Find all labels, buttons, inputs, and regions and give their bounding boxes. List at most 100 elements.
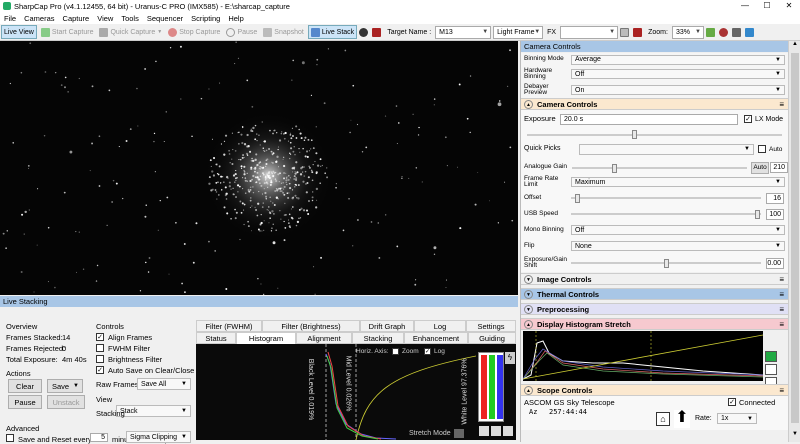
auto-save-checkbox[interactable]: ✓ [96, 366, 104, 374]
stretch-icon[interactable] [718, 27, 728, 37]
analogue-gain-slider[interactable] [572, 163, 747, 173]
auto-stretch-icon[interactable] [765, 351, 777, 362]
menu-scripting[interactable]: Scripting [191, 14, 220, 23]
tab-filter-fwhm[interactable]: Filter (FWHM) [196, 320, 262, 332]
right-panel-scrollbar[interactable]: ▲ ▼ [788, 41, 800, 442]
zoom-select[interactable]: 33% ▼ [671, 25, 704, 39]
stretch-mode-icon[interactable] [454, 429, 464, 438]
tab-log[interactable]: Log [414, 320, 466, 332]
menu-sequencer[interactable]: Sequencer [147, 14, 183, 23]
usb-speed-input[interactable]: 100 [766, 208, 784, 220]
lx-mode-checkbox[interactable]: ✓ [744, 115, 752, 123]
analogue-gain-input[interactable]: 210 [770, 162, 788, 173]
menu-icon[interactable]: ≡ [779, 305, 784, 314]
color-icon[interactable] [731, 27, 741, 37]
lightning-icon[interactable]: ϟ [505, 352, 515, 364]
camera-controls-section[interactable]: ▲ Camera Controls ≡ [521, 98, 788, 110]
display-histogram-chart[interactable] [522, 331, 764, 381]
scroll-up-icon[interactable]: ▲ [790, 41, 800, 51]
tab-status[interactable]: Status [196, 332, 236, 344]
reset-stretch-icon[interactable] [765, 364, 777, 375]
mono-binning-select[interactable]: Off ▼ [571, 225, 785, 235]
save-reset-input[interactable]: 5 [90, 433, 108, 442]
tab-stacking[interactable]: Stacking [352, 332, 404, 344]
frame-type-select[interactable]: Light Frame ▼ [493, 25, 544, 39]
menu-icon[interactable]: ≡ [779, 275, 784, 284]
fwhm-filter-checkbox[interactable] [96, 344, 104, 352]
usb-speed-slider[interactable] [571, 210, 761, 219]
view-select[interactable]: Stack ▼ [116, 405, 191, 417]
exp-gain-shift-slider[interactable] [571, 259, 761, 268]
stack-histogram-chart[interactable]: Horiz. Axis: Zoom ✓ Log Black Level 0.01… [196, 344, 476, 440]
menu-icon[interactable]: ≡ [779, 100, 784, 109]
hist-log-checkbox[interactable]: ✓ [424, 348, 431, 355]
pause-stack-button[interactable]: Pause [8, 395, 42, 409]
tab-histogram[interactable]: Histogram [236, 332, 296, 344]
scroll-thumb[interactable] [791, 53, 799, 423]
focus-assist-icon[interactable] [744, 27, 754, 37]
offset-slider[interactable] [571, 194, 761, 203]
channel-sliders[interactable] [478, 352, 504, 422]
display-histogram-section[interactable]: ▲ Display Histogram Stretch ≡ [521, 318, 788, 330]
scope-controls-section[interactable]: ▲ Scope Controls ≡ [521, 384, 788, 396]
tab-enhancement[interactable]: Enhancement [404, 332, 468, 344]
scroll-down-icon[interactable]: ▼ [790, 431, 800, 441]
binning-mode-select[interactable]: Average ▼ [571, 54, 785, 65]
flip-select[interactable]: None ▼ [571, 241, 785, 251]
menu-help[interactable]: Help [228, 14, 243, 23]
grid-icon[interactable] [620, 27, 630, 37]
fx-select[interactable]: ▼ [560, 25, 619, 39]
scope-center-button[interactable]: ⌂ [656, 412, 670, 426]
tab-filter-brightness[interactable]: Filter (Brightness) [262, 320, 360, 332]
save-reset-checkbox[interactable] [6, 434, 14, 442]
align-frames-checkbox[interactable]: ✓ [96, 333, 104, 341]
tab-guiding[interactable]: Guiding [468, 332, 516, 344]
scope-north-button[interactable]: ⬆ [674, 410, 690, 428]
thermal-controls-section[interactable]: ▼ Thermal Controls ≡ [521, 288, 788, 300]
menu-cameras[interactable]: Cameras [24, 14, 54, 23]
stop-capture-button[interactable]: Stop Capture [166, 25, 222, 39]
exposure-input[interactable]: 20.0 s [560, 113, 738, 125]
menu-tools[interactable]: Tools [121, 14, 139, 23]
maximize-button[interactable]: ☐ [756, 0, 778, 12]
brightness-filter-checkbox[interactable] [96, 355, 104, 363]
menu-icon[interactable]: ≡ [779, 290, 784, 299]
quick-picks-select[interactable]: ▼ [579, 143, 754, 155]
auto-icon[interactable] [503, 426, 513, 436]
scope-rate-select[interactable]: 1x ▼ [717, 413, 757, 424]
hw-binning-select[interactable]: Off ▼ [571, 69, 785, 79]
red-mode-icon[interactable] [372, 27, 382, 37]
start-capture-button[interactable]: Start Capture [39, 25, 96, 39]
tab-alignment[interactable]: Alignment [296, 332, 352, 344]
menu-icon[interactable]: ≡ [779, 386, 784, 395]
raw-frames-select[interactable]: Save All ▼ [137, 378, 191, 390]
save-button[interactable]: Save ▼ [47, 379, 83, 393]
menu-capture[interactable]: Capture [63, 14, 90, 23]
tab-drift-graph[interactable]: Drift Graph [360, 320, 414, 332]
exp-gain-shift-input[interactable]: 0.00 [766, 257, 784, 269]
debayer-select[interactable]: On ▼ [571, 85, 785, 95]
histogram-icon[interactable] [705, 27, 715, 37]
menu-file[interactable]: File [4, 14, 16, 23]
image-controls-section[interactable]: ▼ Image Controls ≡ [521, 273, 788, 285]
unstack-button[interactable]: Unstack [47, 395, 85, 409]
target-name-select[interactable]: M13 ▼ [435, 25, 492, 39]
quick-picks-auto-checkbox[interactable] [758, 145, 766, 153]
preprocessing-section[interactable]: ▼ Preprocessing ≡ [521, 303, 788, 315]
image-viewport[interactable] [0, 41, 518, 295]
quick-capture-button[interactable]: Quick Capture ▼ [97, 25, 164, 39]
live-stack-button[interactable]: Live Stack [307, 25, 358, 39]
frame-rate-select[interactable]: Maximum ▼ [571, 177, 785, 187]
scope-connected-checkbox[interactable]: ✓ [728, 398, 736, 406]
target-icon[interactable] [359, 27, 369, 37]
add-point-icon[interactable] [491, 426, 501, 436]
close-button[interactable]: ✕ [778, 0, 800, 12]
menu-view[interactable]: View [97, 14, 113, 23]
analogue-gain-auto-button[interactable]: Auto [751, 161, 769, 174]
reticle-icon[interactable] [633, 27, 643, 37]
menu-icon[interactable]: ≡ [779, 320, 784, 329]
pause-button[interactable]: Pause [224, 25, 259, 39]
offset-input[interactable]: 16 [766, 192, 784, 204]
stacking-select[interactable]: Sigma Clipping ▼ [126, 431, 191, 443]
hist-zoom-checkbox[interactable] [392, 348, 399, 355]
